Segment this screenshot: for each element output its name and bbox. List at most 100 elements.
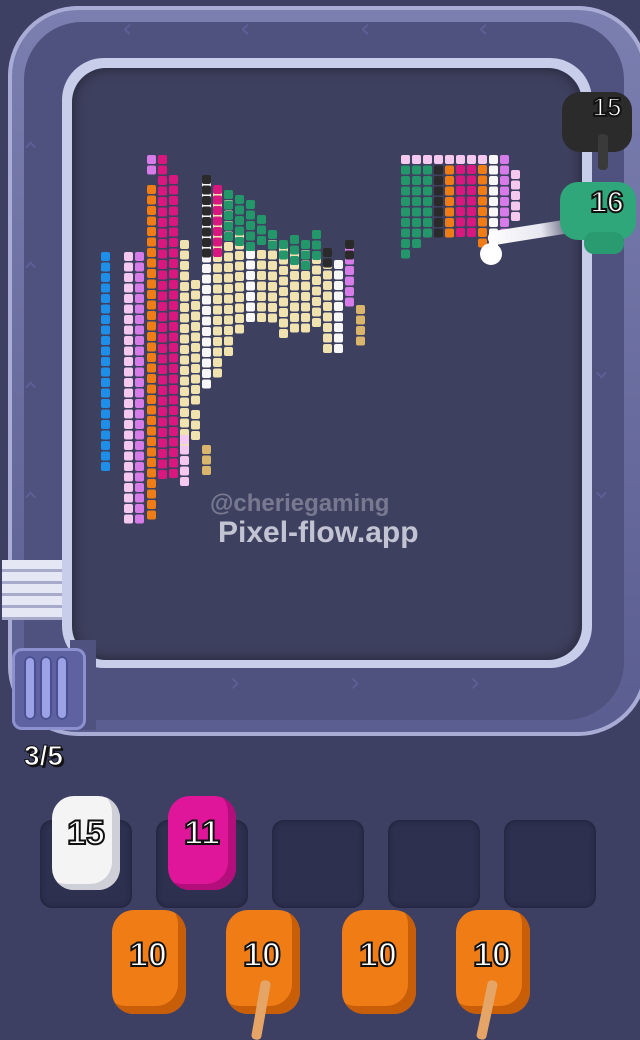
pixel-block — [423, 186, 432, 196]
pixel-block — [257, 292, 266, 301]
holding-slot-empty[interactable] — [272, 820, 364, 908]
pixel-block — [180, 292, 189, 302]
pixel-block — [246, 292, 255, 301]
pixel-block — [356, 326, 365, 335]
pixel-block — [423, 218, 432, 227]
pixel-block — [489, 186, 498, 196]
pixel-block — [456, 165, 465, 174]
deck-pig[interactable]: 10 — [452, 910, 532, 1040]
pig-count: 10 — [242, 935, 282, 975]
pixel-block — [180, 397, 189, 407]
pixel-block — [334, 281, 343, 290]
pixel-block — [135, 441, 144, 450]
pixel-block — [489, 176, 498, 185]
pixel-block — [180, 435, 189, 444]
pixel-block — [124, 294, 133, 303]
pixel-block — [423, 228, 432, 238]
pixel-block — [434, 207, 443, 217]
pixel-block — [158, 176, 167, 185]
pixel-block — [213, 274, 222, 283]
pixel-block — [202, 274, 211, 284]
pixel-block — [213, 263, 222, 273]
pixel-block — [124, 483, 133, 492]
pixel-block — [478, 165, 487, 174]
pixel-block — [434, 155, 443, 164]
pixel-block — [124, 262, 133, 272]
pixel-block — [224, 211, 233, 220]
pixel-block — [312, 297, 321, 306]
pixel-block — [158, 365, 167, 374]
pixel-block — [147, 353, 156, 362]
pixel-block — [257, 271, 266, 280]
pixel-block — [213, 185, 222, 194]
pixel-block — [345, 276, 354, 286]
pixel-block — [345, 250, 354, 260]
pixel-block — [312, 240, 321, 250]
pixel-block — [412, 197, 421, 206]
pixel-block — [169, 175, 178, 184]
pixel-block — [224, 232, 233, 241]
pixel-block — [224, 242, 233, 251]
pixel-block — [202, 316, 211, 326]
shooter-cannon — [598, 134, 608, 170]
pixel-block — [202, 238, 211, 247]
pixel-block — [467, 165, 476, 174]
pixel-block — [158, 428, 167, 437]
holding-slot-empty[interactable] — [504, 820, 596, 908]
pixel-block — [279, 329, 288, 338]
pixel-block — [434, 228, 443, 238]
holding-slot[interactable]: 15 — [40, 796, 132, 908]
pixel-block — [191, 332, 200, 342]
pixel-block — [169, 343, 178, 352]
pixel-block — [489, 197, 498, 206]
pixel-block — [246, 242, 255, 251]
pixel-block — [124, 273, 133, 282]
pixel-block — [301, 323, 310, 333]
pixel-block — [268, 230, 277, 239]
holding-slot[interactable]: 11 — [156, 796, 248, 908]
pixel-block — [147, 416, 156, 425]
pixel-block — [202, 369, 211, 378]
deck-pig[interactable]: 10 — [222, 910, 302, 1040]
track-shooter: 15 — [558, 84, 634, 170]
pixel-block — [323, 270, 332, 280]
pixel-block — [401, 186, 410, 196]
pixel-block — [101, 336, 110, 345]
pixel-block — [467, 175, 476, 185]
pixel-block — [235, 314, 244, 323]
pixel-block — [268, 282, 277, 291]
pixel-block — [213, 237, 222, 247]
pixel-block — [445, 218, 454, 227]
pixel-block — [268, 271, 277, 281]
pixel-block — [158, 417, 167, 427]
pixel-block — [180, 271, 189, 281]
pixel-block — [279, 276, 288, 286]
deck-pig[interactable]: 10 — [338, 910, 418, 1020]
pixel-block — [401, 249, 410, 259]
pixel-block — [257, 225, 266, 235]
pixel-block — [169, 322, 178, 331]
pixel-block — [224, 200, 233, 210]
pixel-block — [489, 218, 498, 227]
pixel-block — [135, 304, 144, 314]
pixel-block — [500, 155, 509, 164]
pixel-block — [246, 210, 255, 220]
pixel-block — [213, 358, 222, 367]
pixel-block — [500, 207, 509, 217]
pixel-block — [202, 175, 211, 184]
pixel-block — [345, 240, 354, 249]
pixel-block — [158, 207, 167, 217]
pixel-block — [169, 238, 178, 247]
deck-pig[interactable]: 10 — [108, 910, 188, 1020]
pixel-block — [191, 364, 200, 373]
pixel-block — [478, 217, 487, 227]
holding-slot-empty[interactable] — [388, 820, 480, 908]
pixel-block — [202, 285, 211, 294]
pixel-block — [213, 216, 222, 226]
pixel-block — [180, 466, 189, 476]
pixel-block — [180, 387, 189, 396]
pixel-block — [101, 262, 110, 272]
pixel-block — [213, 195, 222, 205]
pixel-block — [434, 165, 443, 175]
pixel-block — [101, 304, 110, 314]
